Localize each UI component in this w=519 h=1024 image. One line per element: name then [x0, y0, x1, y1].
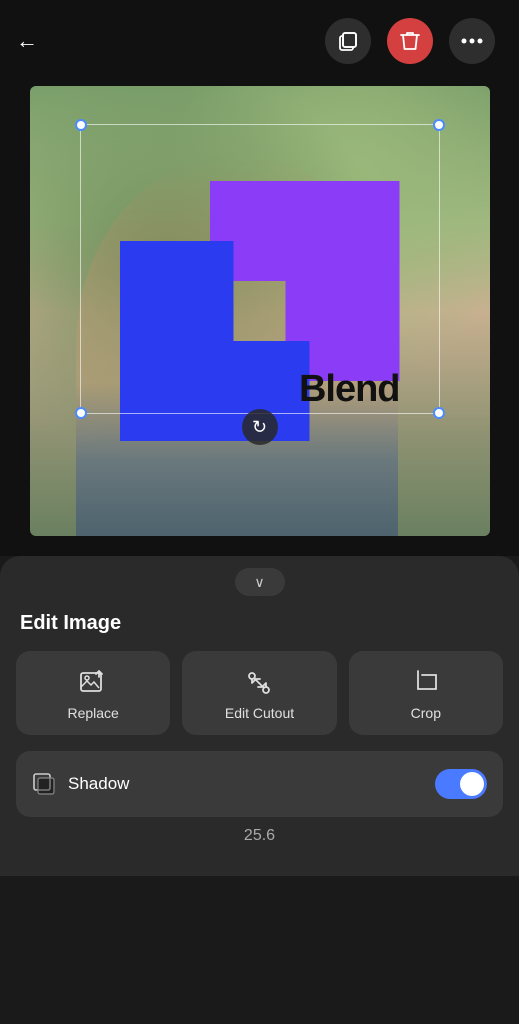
back-button[interactable]: ←: [16, 28, 38, 54]
section-title: Edit Image: [0, 604, 519, 651]
replace-label: Replace: [67, 705, 118, 721]
tool-row: Replace Edit Cutout: [0, 651, 519, 751]
canvas-area: Blend ↻: [0, 76, 519, 556]
crop-label: Crop: [411, 705, 441, 721]
copy-button[interactable]: [325, 18, 371, 64]
delete-button[interactable]: [387, 18, 433, 64]
edit-cutout-label: Edit Cutout: [225, 705, 294, 721]
blend-shape-container: Blend: [120, 181, 400, 441]
shadow-icon: [32, 772, 56, 796]
edit-cutout-icon: [245, 669, 273, 697]
edit-cutout-button[interactable]: Edit Cutout: [182, 651, 336, 735]
shadow-toggle[interactable]: [435, 769, 487, 799]
replace-icon: [79, 669, 107, 697]
bottom-panel: ∨ Edit Image Replace: [0, 556, 519, 876]
chevron-container: ∨: [0, 556, 519, 604]
top-bar-center: [325, 18, 495, 64]
blend-text: Blend: [299, 368, 400, 411]
chevron-icon: ∨: [254, 574, 264, 591]
blend-overlay: Blend: [30, 86, 490, 536]
shadow-value: 25.6: [244, 827, 275, 845]
top-bar: ←: [0, 0, 519, 76]
trash-icon: [400, 30, 420, 52]
more-button[interactable]: [449, 18, 495, 64]
canvas-wrapper[interactable]: Blend ↻: [30, 86, 490, 536]
copy-icon: [337, 30, 359, 52]
more-icon: [461, 38, 483, 44]
shadow-label: Shadow: [68, 774, 423, 794]
crop-button[interactable]: Crop: [349, 651, 503, 735]
collapse-button[interactable]: ∨: [235, 568, 285, 596]
shadow-row: Shadow: [16, 751, 503, 817]
replace-button[interactable]: Replace: [16, 651, 170, 735]
shadow-value-row: 25.6: [0, 817, 519, 845]
crop-icon: [412, 669, 440, 697]
rotate-handle[interactable]: ↻: [242, 409, 278, 445]
